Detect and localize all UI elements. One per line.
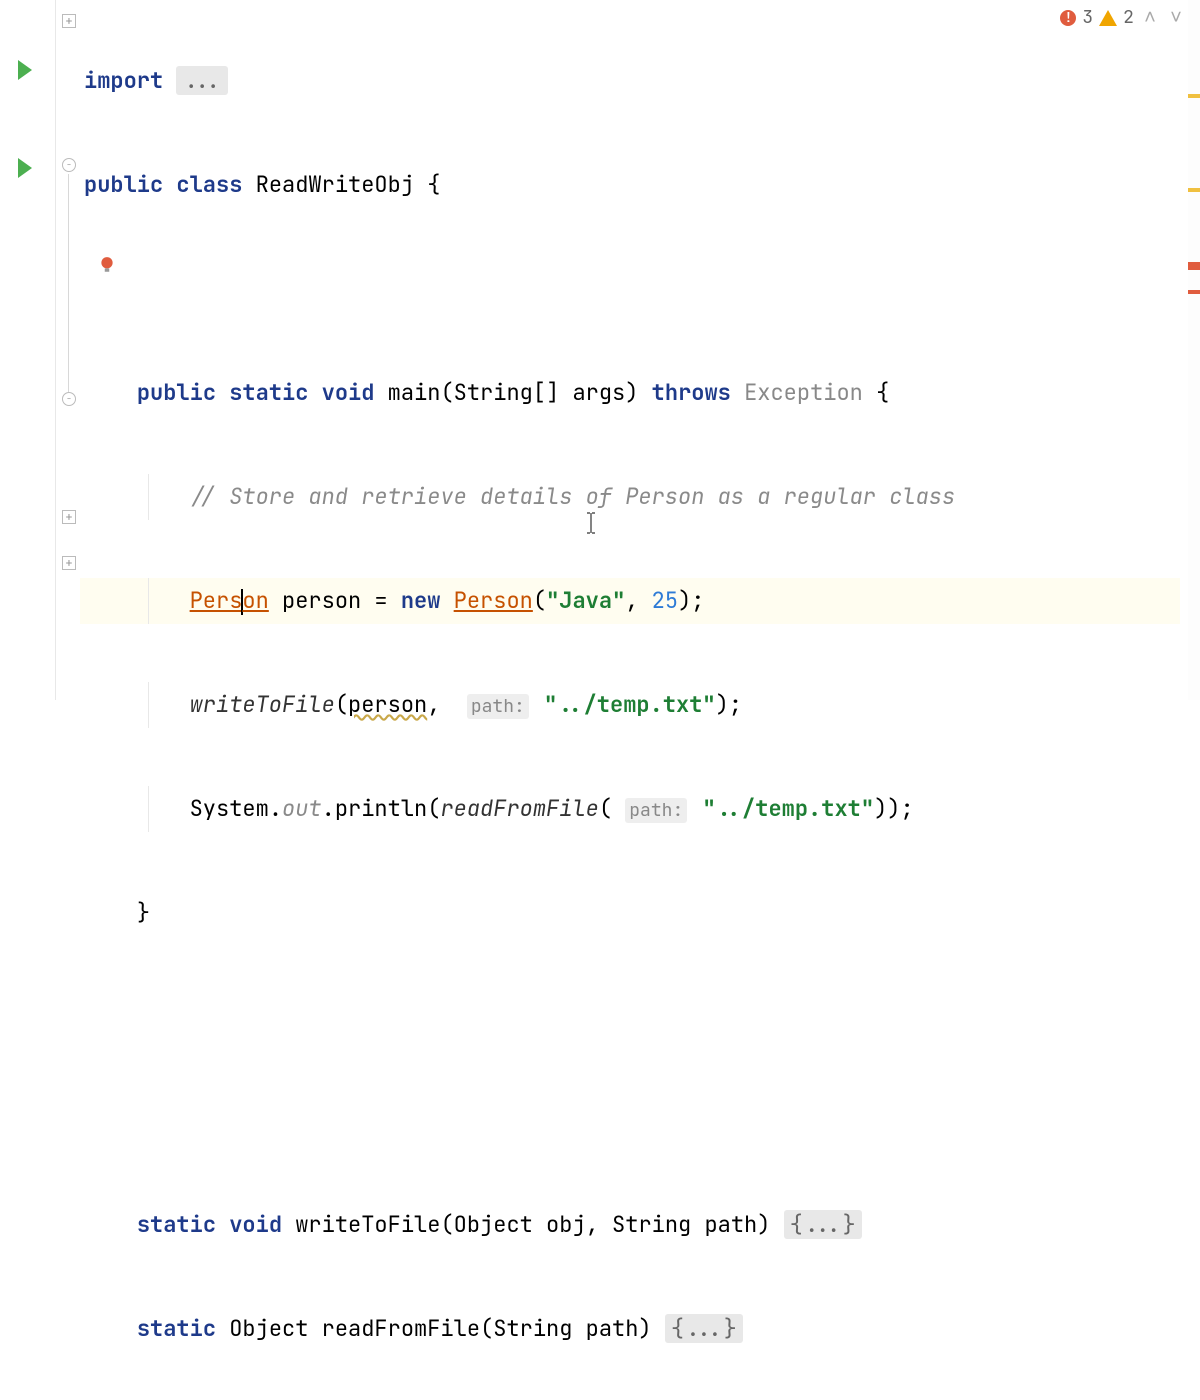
person-type-error-2: Person: [454, 586, 533, 615]
writeToFile-folded[interactable]: {...}: [784, 1210, 862, 1239]
error-count: 3: [1082, 6, 1093, 29]
string-temp-1: "../temp.txt": [544, 690, 716, 719]
comment-text: // Store and retrieve details of Person …: [190, 482, 956, 511]
param-hint-path-2: path:: [625, 798, 687, 823]
gutter-separator: [55, 0, 56, 700]
main-method-name: main: [388, 378, 441, 407]
class-name: ReadWriteObj: [256, 170, 414, 199]
person-type-error-1: Person: [190, 586, 269, 615]
stripe-err-1[interactable]: [1188, 262, 1200, 270]
run-main-icon[interactable]: [18, 158, 32, 178]
run-class-icon[interactable]: [18, 60, 32, 80]
line-println[interactable]: System.out.println(readFromFile( path: "…: [80, 786, 1180, 832]
problems-indicator[interactable]: ! 3 2 ˄ ˅: [1060, 4, 1186, 31]
writeToFile-call: writeToFile: [190, 690, 335, 719]
error-badge-icon: !: [1060, 10, 1076, 26]
line-main-decl[interactable]: public static void main(String[] args) t…: [80, 370, 1180, 416]
line-main-close[interactable]: }: [80, 890, 1180, 936]
import-keyword: import: [84, 66, 163, 95]
line-class-decl[interactable]: public class ReadWriteObj {: [80, 162, 1180, 208]
string-temp-2: "../temp.txt": [702, 794, 874, 823]
readFromFile-call: readFromFile: [440, 794, 598, 823]
import-folded[interactable]: ...: [176, 66, 228, 95]
person-var: person: [282, 586, 361, 615]
line-import[interactable]: import ...: [80, 58, 1180, 104]
fold-expand-write-icon[interactable]: +: [62, 510, 76, 524]
error-stripe[interactable]: [1188, 0, 1200, 700]
string-java: "Java": [546, 586, 625, 615]
line-readFromFile-decl[interactable]: static Object readFromFile(String path) …: [80, 1306, 1180, 1352]
fold-guide-line: [68, 174, 69, 392]
exception-type: Exception: [744, 378, 863, 407]
line-writeToFile[interactable]: writeToFile(person, path: "../temp.txt")…: [80, 682, 1180, 728]
stripe-warn-1[interactable]: [1188, 94, 1200, 98]
fold-collapse-main-icon[interactable]: −: [62, 158, 76, 172]
code-editor-area[interactable]: import ... public class ReadWriteObj { p…: [80, 0, 1180, 700]
writeToFile-decl-name: writeToFile: [295, 1210, 440, 1239]
next-problem-icon[interactable]: ˅: [1166, 4, 1186, 31]
readFromFile-folded[interactable]: {...}: [665, 1314, 743, 1343]
warning-badge-icon: [1099, 10, 1117, 26]
system: System: [190, 794, 269, 823]
line-writeToFile-decl[interactable]: static void writeToFile(Object obj, Stri…: [80, 1202, 1180, 1248]
line-comment[interactable]: // Store and retrieve details of Person …: [80, 474, 1180, 520]
prev-problem-icon[interactable]: ˄: [1140, 4, 1160, 31]
out-ref: out: [282, 794, 322, 823]
println: println: [335, 794, 427, 823]
person-arg-warn: person: [348, 690, 427, 719]
warning-count: 2: [1123, 6, 1134, 29]
readFromFile-decl-name: readFromFile: [322, 1314, 480, 1343]
stripe-warn-2[interactable]: [1188, 188, 1200, 192]
fold-expand-read-icon[interactable]: +: [62, 556, 76, 570]
text-cursor-ibeam-icon: [585, 512, 597, 534]
line-blank-1[interactable]: [80, 266, 1180, 312]
gutter: + − − + +: [0, 0, 80, 700]
param-hint-path-1: path:: [467, 694, 529, 719]
line-person-decl[interactable]: Person person = new Person("Java", 25);: [80, 578, 1180, 624]
line-blank-3[interactable]: [80, 1098, 1180, 1144]
num-25: 25: [652, 586, 678, 615]
fold-end-main-icon[interactable]: −: [62, 392, 76, 406]
stripe-err-2[interactable]: [1188, 290, 1200, 294]
line-blank-2[interactable]: [80, 994, 1180, 1040]
fold-expand-import-icon[interactable]: +: [62, 14, 76, 28]
